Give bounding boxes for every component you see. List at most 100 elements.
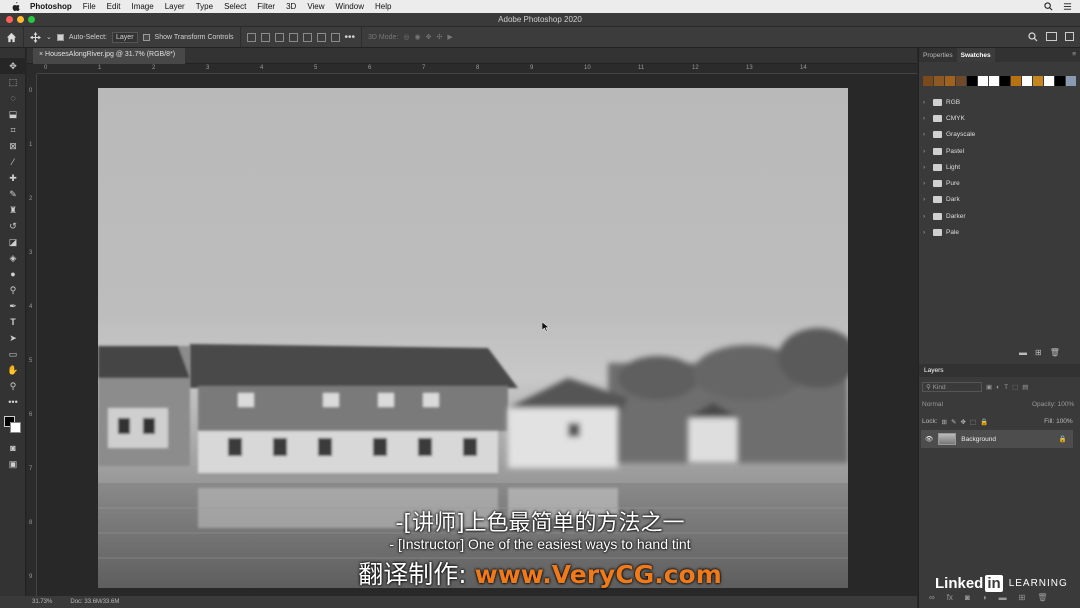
opacity-value[interactable]: 100%: [1058, 401, 1075, 408]
apple-icon[interactable]: [12, 2, 20, 11]
lock-artboard-icon[interactable]: ⬚: [970, 418, 976, 426]
swatch-chip[interactable]: [1033, 76, 1043, 86]
chevron-right-icon[interactable]: ›: [923, 180, 929, 187]
align-horizontal-centers-icon[interactable]: [260, 32, 270, 42]
swatch-chip[interactable]: [923, 76, 933, 86]
swatch-group-grayscale[interactable]: › Grayscale: [919, 127, 1080, 143]
3d-orbit-icon[interactable]: ◎: [403, 33, 409, 41]
swatch-chip[interactable]: [1055, 76, 1065, 86]
swatch-group-pale[interactable]: › Pale: [919, 224, 1080, 240]
menu-type[interactable]: Type: [196, 2, 213, 11]
menu-help[interactable]: Help: [375, 2, 391, 11]
workspace-icon[interactable]: [1046, 32, 1057, 41]
healing-tool[interactable]: ✚: [0, 170, 26, 186]
align-top-edges-icon[interactable]: [288, 32, 298, 42]
tab-layers[interactable]: Layers: [924, 367, 944, 374]
link-layers-icon[interactable]: ∞: [929, 593, 935, 602]
blur-tool[interactable]: ●: [0, 266, 26, 282]
dodge-tool[interactable]: ⚲: [0, 282, 26, 298]
swatch-chip[interactable]: [967, 76, 977, 86]
menu-window[interactable]: Window: [336, 2, 364, 11]
quick-mask-tool[interactable]: ◙: [0, 440, 26, 456]
history-brush-tool[interactable]: ↺: [0, 218, 26, 234]
swatch-chip[interactable]: [945, 76, 955, 86]
swatch-chip[interactable]: [956, 76, 966, 86]
lock-transparent-icon[interactable]: ⊞: [942, 418, 947, 426]
menu-3d[interactable]: 3D: [286, 2, 296, 11]
color-swatches[interactable]: [0, 410, 25, 440]
filter-adjust-icon[interactable]: ◐: [996, 384, 1000, 391]
lock-image-icon[interactable]: ✎: [951, 418, 956, 426]
horizontal-ruler[interactable]: 0 1 2 3 4 5 6 7 8 9 10 11 12 13 14: [37, 64, 917, 74]
quick-select-tool[interactable]: ⬓: [0, 106, 26, 122]
hand-tool[interactable]: ✋: [0, 362, 26, 378]
fill-value[interactable]: 100%: [1056, 418, 1073, 425]
layer-row-background[interactable]: 👁 Background 🔒: [921, 430, 1073, 448]
pen-tool[interactable]: ✒: [0, 298, 26, 314]
document-size[interactable]: Doc: 33.6M/33.6M: [70, 599, 119, 605]
filter-type-icon[interactable]: T: [1004, 384, 1008, 391]
new-swatch-icon[interactable]: ⊞: [1035, 348, 1042, 357]
delete-layer-icon[interactable]: 🗑: [1037, 593, 1047, 602]
swatch-chip[interactable]: [1044, 76, 1054, 86]
share-icon[interactable]: [1065, 32, 1074, 41]
edit-toolbar[interactable]: •••: [0, 394, 26, 410]
eye-icon[interactable]: 👁: [925, 435, 933, 443]
eyedropper-tool[interactable]: ⁄: [0, 154, 26, 170]
rectangle-tool[interactable]: ▭: [0, 346, 26, 362]
distribute-icon[interactable]: [330, 32, 340, 42]
swatch-group-darker[interactable]: › Darker: [919, 208, 1080, 224]
swatch-chip[interactable]: [934, 76, 944, 86]
layer-name[interactable]: Background: [961, 436, 996, 443]
brush-tool[interactable]: ✎: [0, 186, 26, 202]
menu-edit[interactable]: Edit: [107, 2, 121, 11]
tools-grip[interactable]: [0, 48, 25, 58]
chevron-right-icon[interactable]: ›: [923, 131, 929, 138]
swatch-group-rgb[interactable]: › RGB: [919, 94, 1080, 110]
new-layer-icon[interactable]: ⊞: [1019, 593, 1026, 602]
filter-shape-icon[interactable]: ⬚: [1012, 383, 1018, 391]
3d-camera-icon[interactable]: ▶: [447, 33, 452, 41]
menu-photoshop[interactable]: Photoshop: [30, 2, 72, 11]
auto-select-checkbox[interactable]: [56, 33, 64, 41]
screen-mode-tool[interactable]: ▣: [0, 456, 26, 472]
swatch-chip[interactable]: [1022, 76, 1032, 86]
auto-select-target-dropdown[interactable]: Layer: [112, 31, 138, 43]
chevron-right-icon[interactable]: ›: [923, 229, 929, 236]
menu-view[interactable]: View: [307, 2, 324, 11]
tab-properties[interactable]: Properties: [919, 48, 957, 62]
layer-filter-kind[interactable]: ⚲ Kind: [922, 382, 982, 392]
crop-tool[interactable]: ⌗: [0, 122, 26, 138]
document-tab[interactable]: × HousesAlongRiver.jpg @ 31.7% (RGB/8*): [33, 48, 186, 64]
align-bottom-edges-icon[interactable]: [316, 32, 326, 42]
chevron-down-icon[interactable]: ⌄: [46, 33, 52, 41]
menu-file[interactable]: File: [83, 2, 96, 11]
move-tool[interactable]: ✥: [0, 58, 26, 74]
search-icon[interactable]: [1044, 2, 1053, 11]
chevron-right-icon[interactable]: ›: [923, 99, 929, 106]
ruler-origin[interactable]: [27, 64, 37, 74]
align-vertical-centers-icon[interactable]: [302, 32, 312, 42]
swatch-chip[interactable]: [989, 76, 999, 86]
chevron-right-icon[interactable]: ›: [923, 115, 929, 122]
adjustment-layer-icon[interactable]: ◑: [982, 593, 987, 602]
zoom-tool[interactable]: ⚲: [0, 378, 26, 394]
lock-all-icon[interactable]: 🔒: [980, 418, 988, 426]
menu-select[interactable]: Select: [224, 2, 246, 11]
blend-mode-dropdown[interactable]: Normal: [922, 401, 1002, 408]
panel-menu-icon[interactable]: ≡: [1068, 48, 1080, 62]
3d-roll-icon[interactable]: ◉: [415, 33, 421, 41]
chevron-right-icon[interactable]: ›: [923, 164, 929, 171]
zoom-level[interactable]: 31.73%: [32, 599, 52, 605]
filter-pixel-icon[interactable]: ▣: [986, 383, 992, 391]
swatch-chip[interactable]: [1000, 76, 1010, 86]
background-color[interactable]: [10, 422, 21, 433]
new-group-icon[interactable]: ▬: [1019, 348, 1027, 357]
swatch-group-dark[interactable]: › Dark: [919, 192, 1080, 208]
menu-list-icon[interactable]: [1063, 2, 1072, 11]
swatch-group-pastel[interactable]: › Pastel: [919, 143, 1080, 159]
stamp-tool[interactable]: ♜: [0, 202, 26, 218]
home-icon[interactable]: [6, 32, 17, 43]
swatch-chip[interactable]: [978, 76, 988, 86]
delete-icon[interactable]: 🗑: [1050, 348, 1060, 357]
